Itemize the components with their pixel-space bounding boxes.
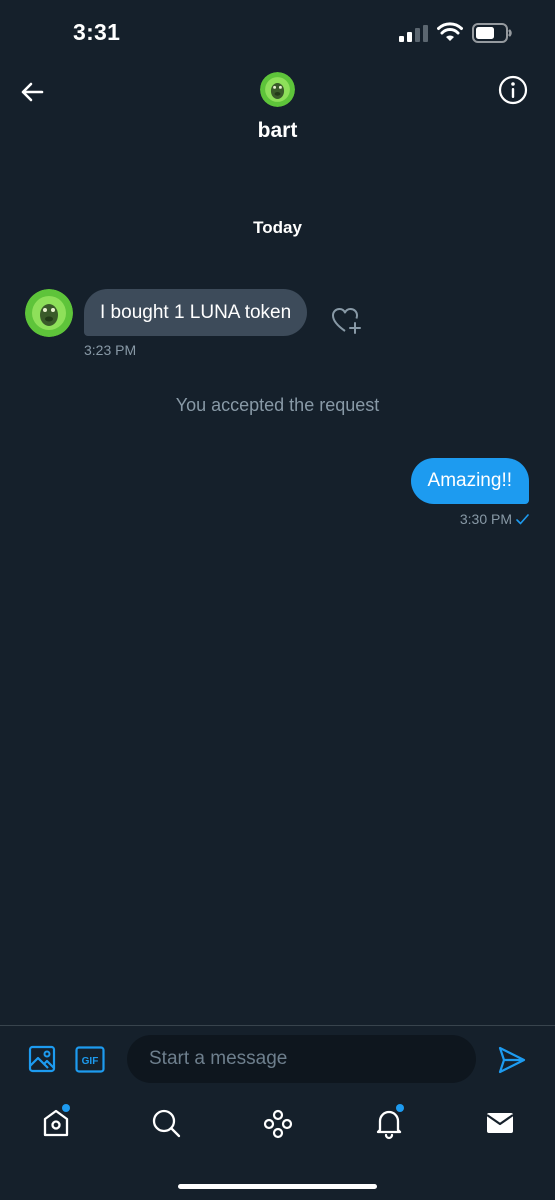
tab-messages[interactable] xyxy=(482,1105,518,1141)
tab-search[interactable] xyxy=(148,1105,184,1141)
read-check-icon xyxy=(516,513,529,524)
wifi-icon xyxy=(437,22,463,41)
avatar[interactable] xyxy=(260,72,295,107)
outgoing-message-meta: 3:30 PM xyxy=(460,511,529,527)
message-input[interactable] xyxy=(127,1035,476,1083)
request-accepted-note: You accepted the request xyxy=(175,395,380,415)
gif-icon: GIF xyxy=(75,1046,105,1073)
tab-spaces[interactable] xyxy=(260,1105,296,1141)
status-time: 3:31 xyxy=(73,19,121,45)
incoming-message-time: 3:23 PM xyxy=(84,342,137,358)
notifications-dot xyxy=(396,1104,404,1112)
home-indicator xyxy=(178,1184,377,1189)
bottom-tab-bar xyxy=(0,1095,555,1200)
avatar-image xyxy=(260,72,295,107)
conversation-header: bart xyxy=(0,60,555,160)
send-icon[interactable] xyxy=(497,1045,527,1075)
incoming-message-bubble[interactable]: I bought 1 LUNA token xyxy=(84,289,308,336)
tab-home[interactable] xyxy=(38,1104,74,1141)
tab-notifications[interactable] xyxy=(371,1104,407,1141)
outgoing-message-bubble[interactable]: Amazing!! xyxy=(410,458,529,504)
gif-label: GIF xyxy=(82,1056,99,1067)
image-icon[interactable] xyxy=(28,1045,56,1073)
status-bar: 3:31 xyxy=(0,0,555,60)
outgoing-message-text: Amazing!! xyxy=(427,470,512,491)
cellular-signal-icon xyxy=(399,25,428,42)
info-icon[interactable] xyxy=(497,74,529,106)
home-notification-dot xyxy=(62,1104,70,1112)
spaces-icon xyxy=(263,1109,293,1139)
sender-avatar[interactable] xyxy=(25,289,73,337)
date-separator: Today xyxy=(253,218,302,237)
search-icon xyxy=(152,1109,181,1138)
back-arrow-icon[interactable] xyxy=(16,76,48,108)
message-composer: GIF xyxy=(0,1025,555,1095)
mail-icon xyxy=(486,1113,514,1133)
battery-icon xyxy=(472,23,512,43)
outgoing-message-time: 3:30 PM xyxy=(459,511,512,527)
incoming-message-text: I bought 1 LUNA token xyxy=(100,301,292,323)
avatar-image xyxy=(25,289,73,337)
heart-plus-icon[interactable] xyxy=(331,306,362,335)
contact-name[interactable]: bart xyxy=(0,119,555,143)
gif-button[interactable]: GIF xyxy=(75,1046,105,1073)
